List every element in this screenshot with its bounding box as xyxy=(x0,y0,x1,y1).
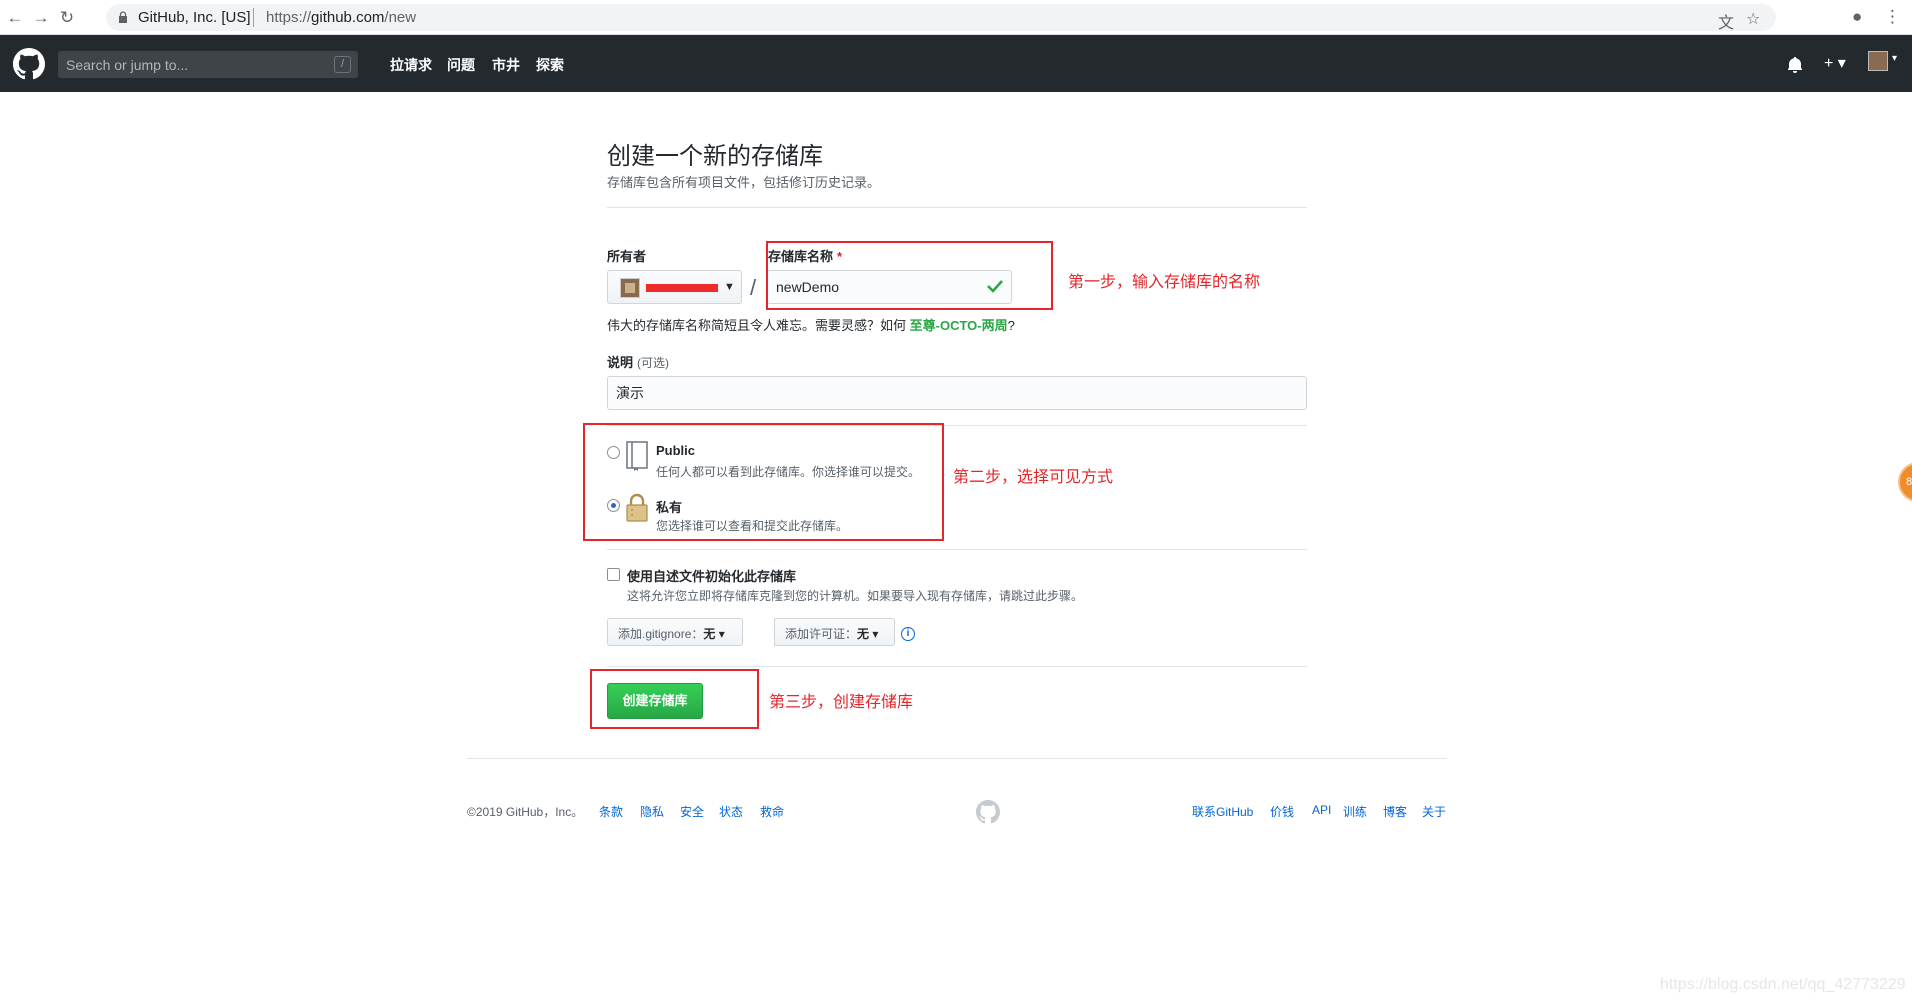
side-float-badge[interactable]: 80 xyxy=(1898,462,1912,502)
nav-pull-requests[interactable]: 拉请求 xyxy=(390,55,432,75)
owner-avatar xyxy=(620,278,640,298)
footer-link-about[interactable]: 关于 xyxy=(1422,803,1446,820)
search-shortcut-key: / xyxy=(334,56,351,73)
nav-explore[interactable]: 探索 xyxy=(536,55,564,75)
reload-icon[interactable]: ↻ xyxy=(56,7,78,29)
annotation-box-step2 xyxy=(583,423,944,541)
user-avatar[interactable] xyxy=(1868,51,1888,71)
footer-link-training[interactable]: 训练 xyxy=(1343,803,1367,820)
divider xyxy=(607,207,1307,208)
footer-copyright: ©2019 GitHub，Inc。 xyxy=(467,805,584,819)
create-new-icon[interactable]: + ▾ xyxy=(1824,53,1846,73)
annotation-step3: 第三步，创建存储库 xyxy=(769,694,914,711)
url-text[interactable]: https://github.com/new xyxy=(266,9,416,26)
github-header: / 拉请求 问题 市井 探索 + ▾ ▾ xyxy=(0,35,1912,92)
info-icon[interactable]: i xyxy=(901,627,915,641)
chevron-down-icon: ▼ xyxy=(724,281,735,293)
divider xyxy=(607,549,1307,550)
search-box[interactable]: / xyxy=(58,51,358,78)
github-logo-icon[interactable] xyxy=(13,48,45,80)
annotation-step2: 第二步，选择可见方式 xyxy=(953,469,1114,486)
annotation-box-step3 xyxy=(590,669,759,729)
description-input[interactable] xyxy=(608,377,1306,409)
github-footer-logo-icon[interactable] xyxy=(976,800,1000,824)
footer-link-help[interactable]: 救命 xyxy=(760,803,784,820)
footer-link-status[interactable]: 状态 xyxy=(719,803,743,820)
footer-link-pricing[interactable]: 价钱 xyxy=(1270,803,1294,820)
page-title: 创建一个新的存储库 xyxy=(607,143,823,170)
readme-checkbox[interactable] xyxy=(607,568,620,581)
description-field[interactable] xyxy=(607,376,1307,410)
lock-icon xyxy=(119,11,127,23)
owner-dropdown[interactable]: ▼ xyxy=(607,270,742,304)
back-icon[interactable]: ← xyxy=(4,7,26,29)
forward-icon[interactable]: → xyxy=(30,7,52,29)
divider xyxy=(607,666,1307,667)
owner-name-redacted xyxy=(646,284,718,292)
footer-link-api[interactable]: API xyxy=(1312,803,1331,817)
nav-marketplace[interactable]: 市井 xyxy=(492,55,520,75)
description-label: 说明 (可选) xyxy=(607,355,670,370)
gitignore-dropdown[interactable]: 添加.gitignore：无 ▾ xyxy=(607,618,743,646)
footer-link-blog[interactable]: 博客 xyxy=(1383,803,1407,820)
footer-link-security[interactable]: 安全 xyxy=(680,803,704,820)
footer-divider xyxy=(467,758,1447,759)
annotation-step1: 第一步，输入存储库的名称 xyxy=(1068,274,1261,291)
chevron-down-icon: ▾ xyxy=(718,627,725,641)
browser-toolbar: ← → ↻ GitHub, Inc. [US] https://github.c… xyxy=(0,0,1912,35)
readme-option-desc: 这将允许您立即将存储库克隆到您的计算机。如果要导入现有存储库，请跳过此步骤。 xyxy=(627,589,1084,603)
footer-link-contact[interactable]: 联系GitHub xyxy=(1192,803,1253,820)
owner-label: 所有者 xyxy=(607,249,647,264)
omnibox-separator xyxy=(253,8,254,27)
chevron-down-icon: ▾ xyxy=(872,627,879,641)
bookmark-star-icon[interactable]: ☆ xyxy=(1746,9,1760,29)
suggested-name-link[interactable]: 至尊-OCTO-两周 xyxy=(910,318,1008,333)
notification-bell-icon[interactable] xyxy=(1788,57,1802,73)
readme-option-title: 使用自述文件初始化此存储库 xyxy=(627,569,797,584)
profile-icon[interactable]: ● xyxy=(1852,7,1862,27)
footer-link-terms[interactable]: 条款 xyxy=(599,803,623,820)
address-bar[interactable]: GitHub, Inc. [US] https://github.com/new… xyxy=(106,4,1776,33)
owner-repo-separator: / xyxy=(750,275,757,300)
translate-icon[interactable]: 文 xyxy=(1718,9,1734,33)
watermark: https://blog.csdn.net/qq_42773229 xyxy=(1660,976,1906,993)
footer-link-privacy[interactable]: 隐私 xyxy=(640,803,664,820)
search-input[interactable] xyxy=(58,51,358,78)
page-subtitle: 存储库包含所有项目文件，包括修订历史记录。 xyxy=(607,175,881,190)
avatar-dropdown-caret-icon[interactable]: ▾ xyxy=(1892,53,1897,64)
annotation-box-step1 xyxy=(766,241,1053,310)
repo-name-hint: 伟大的存储库名称简短且令人难忘。需要灵感？如何 至尊-OCTO-两周? xyxy=(607,318,1015,333)
nav-issues[interactable]: 问题 xyxy=(447,55,475,75)
license-dropdown[interactable]: 添加许可证：无 ▾ xyxy=(774,618,895,646)
menu-kebab-icon[interactable]: ⋮ xyxy=(1884,7,1901,27)
site-identity: GitHub, Inc. [US] xyxy=(138,9,251,26)
